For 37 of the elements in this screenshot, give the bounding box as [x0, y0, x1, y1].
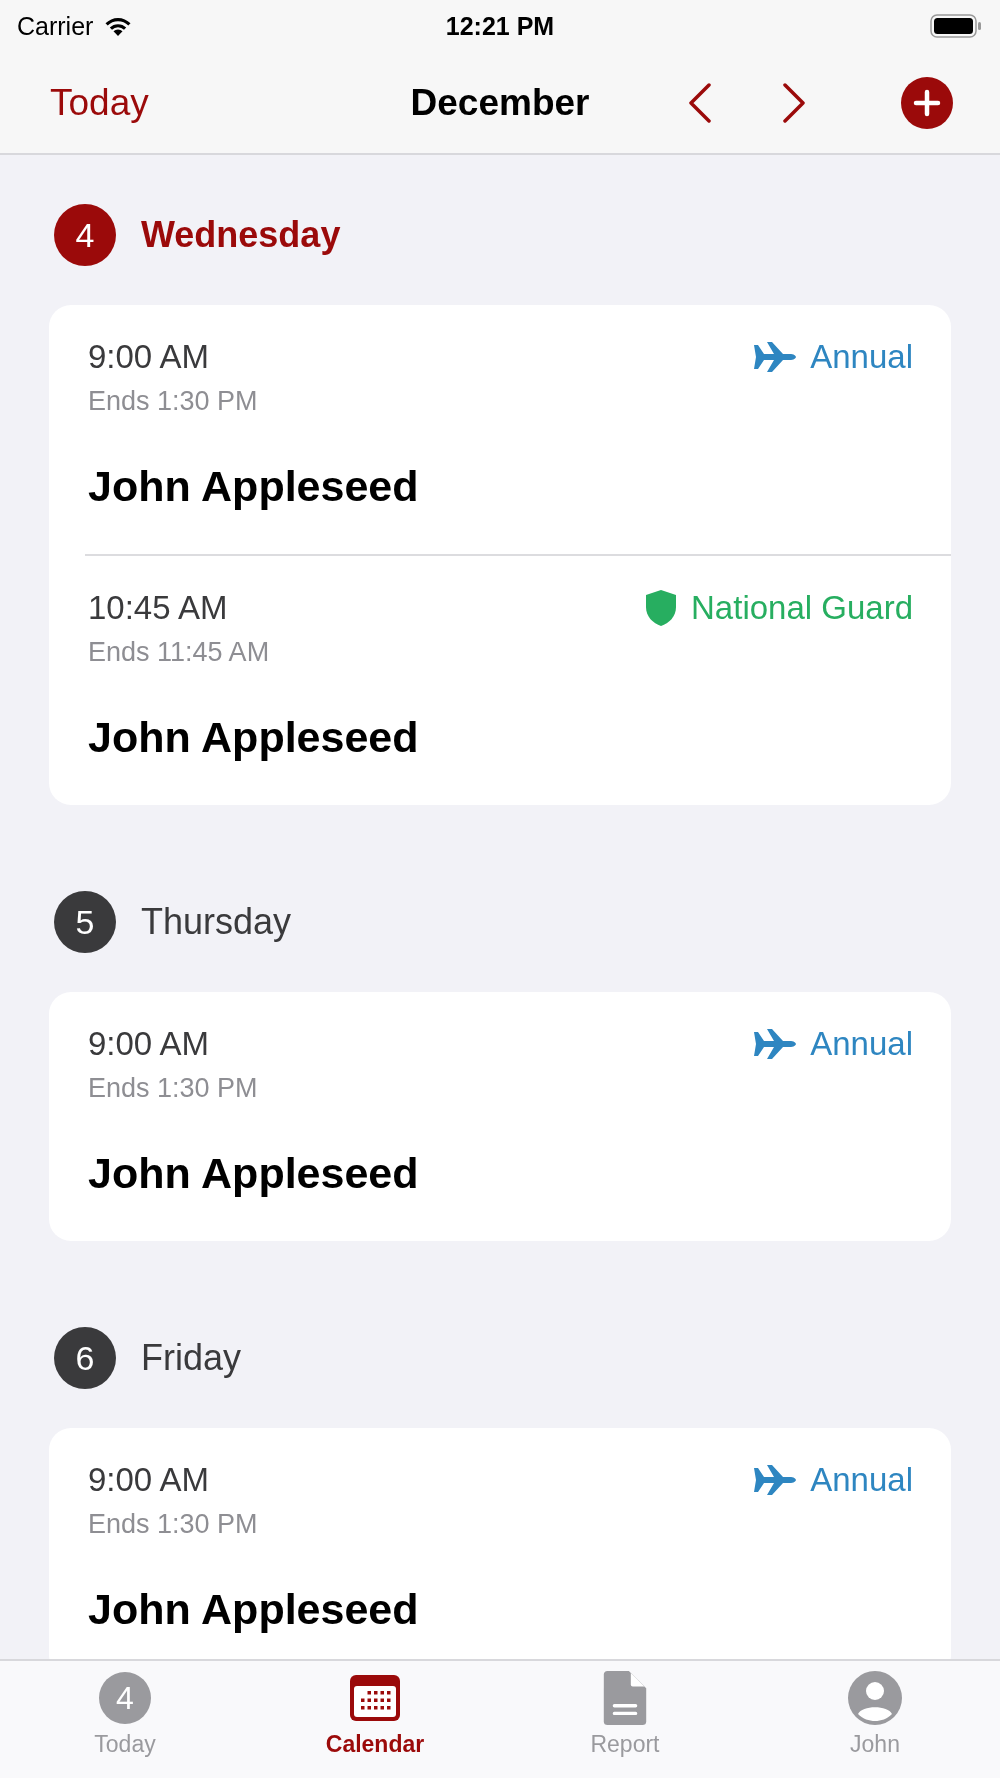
battery-icon: [930, 14, 982, 38]
person-name: John Appleseed: [88, 462, 420, 510]
person-name: John Appleseed: [88, 1585, 420, 1633]
category-label: Annual: [810, 1025, 913, 1063]
day-name: Thursday: [141, 901, 292, 943]
person-name: John Appleseed: [88, 1149, 420, 1197]
add-button[interactable]: [901, 76, 953, 129]
event-start-time: 9:00 AM: [88, 1461, 210, 1499]
day-number-badge: 4: [54, 204, 116, 266]
tab-bar-item[interactable]: Calendar: [250, 1661, 500, 1778]
day-number-badge: 6: [54, 1327, 116, 1389]
event-end-time: Ends 11:45 AM: [88, 637, 271, 667]
status-time: 12:21 PM: [445, 11, 555, 41]
carrier-name: Carrier: [17, 11, 94, 41]
event-end-time: Ends 1:30 PM: [88, 386, 259, 416]
day-name: Friday: [141, 1337, 242, 1379]
person-name: John Appleseed: [88, 713, 420, 761]
day-count-icon: 4: [99, 1672, 151, 1724]
event-start-time: 10:45 AM: [88, 589, 228, 627]
tab-bar-item[interactable]: John: [750, 1661, 1000, 1778]
event-start-time: 9:00 AM: [88, 338, 210, 376]
category-label: National Guard: [691, 589, 913, 627]
tab-bar-item[interactable]: Report: [500, 1661, 750, 1778]
month-title: December: [410, 81, 590, 124]
day-name: Wednesday: [141, 214, 341, 256]
category-label: Annual: [810, 338, 913, 376]
previous-month-button[interactable]: [688, 82, 712, 123]
event-start-time: 9:00 AM: [88, 1025, 210, 1063]
event-end-time: Ends 1:30 PM: [88, 1509, 259, 1539]
event-end-time: Ends 1:30 PM: [88, 1073, 259, 1103]
document-icon: [603, 1671, 647, 1725]
day-number-badge: 5: [54, 891, 116, 953]
person-icon: [848, 1671, 902, 1725]
today-button[interactable]: Today: [50, 81, 149, 124]
tab-bar-item[interactable]: 4 Today: [0, 1661, 250, 1778]
next-month-button[interactable]: [782, 82, 806, 123]
category-label: Annual: [810, 1461, 913, 1499]
